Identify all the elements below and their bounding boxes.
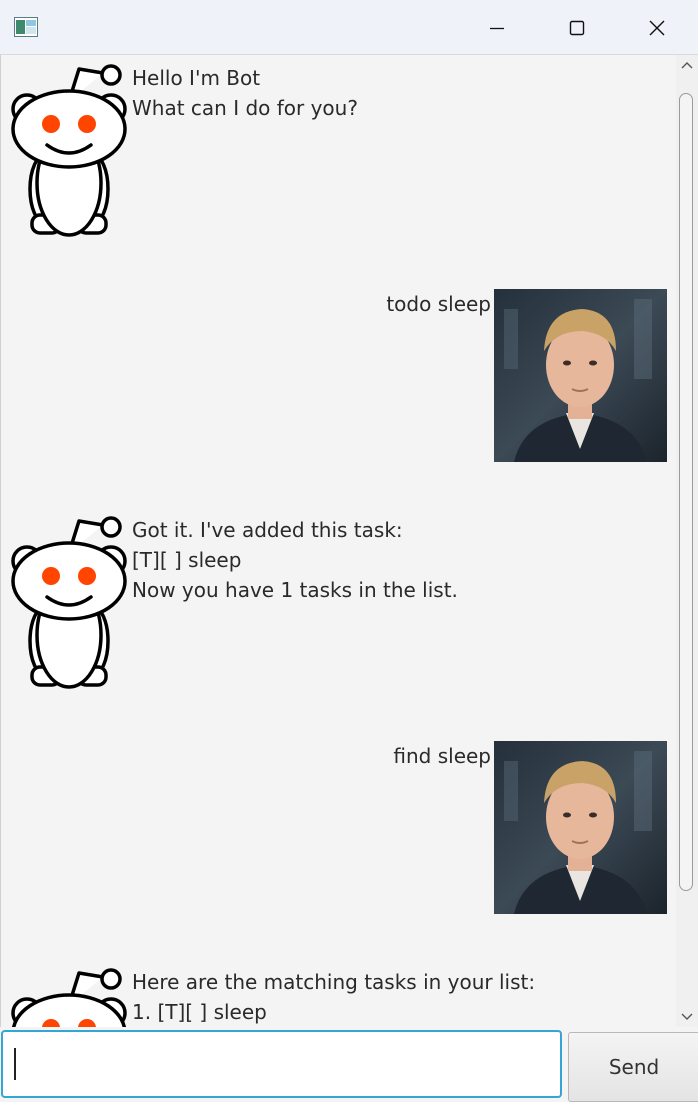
bot-avatar-icon — [11, 516, 127, 689]
user-avatar — [494, 289, 667, 462]
user-message: todo sleep — [1, 289, 677, 463]
message-line: [T][ ] sleep — [132, 548, 242, 572]
message-line: Here are the matching tasks in your list… — [132, 970, 536, 994]
message-input[interactable] — [1, 1030, 562, 1098]
app-window: Hello I'm Bot What can I do for you? tod… — [0, 0, 698, 1102]
app-icon — [14, 17, 38, 37]
scroll-down-arrow-icon[interactable] — [680, 1009, 694, 1023]
bot-message: Here are the matching tasks in your list… — [1, 959, 677, 1027]
bot-message-text: Here are the matching tasks in your list… — [132, 967, 535, 1027]
user-avatar — [494, 741, 667, 914]
input-bar: Send — [0, 1028, 698, 1102]
bot-message-text: Got it. I've added this task: [T][ ] sle… — [132, 515, 458, 605]
bot-avatar-icon — [11, 64, 127, 237]
text-cursor — [14, 1048, 16, 1080]
title-bar — [0, 0, 698, 55]
dialog-scroll-pane[interactable]: Hello I'm Bot What can I do for you? tod… — [0, 55, 677, 1027]
close-button[interactable] — [618, 0, 698, 54]
maximize-icon — [569, 20, 585, 36]
bot-message: Got it. I've added this task: [T][ ] sle… — [1, 507, 677, 697]
vertical-scrollbar[interactable] — [676, 55, 698, 1027]
message-line: Now you have 1 tasks in the list. — [132, 578, 458, 602]
message-line: What can I do for you? — [132, 96, 358, 120]
message-line: Hello I'm Bot — [132, 66, 261, 90]
minimize-button[interactable] — [458, 0, 538, 54]
message-line: 1. [T][ ] sleep — [132, 1000, 267, 1024]
user-message-text: todo sleep — [386, 292, 491, 316]
send-button[interactable]: Send — [568, 1032, 698, 1102]
message-line: Got it. I've added this task: — [132, 518, 403, 542]
bot-message: Hello I'm Bot What can I do for you? — [1, 55, 677, 245]
close-icon — [649, 20, 665, 36]
user-message-text: find sleep — [393, 744, 491, 768]
bot-message-text: Hello I'm Bot What can I do for you? — [132, 63, 358, 123]
bot-avatar-icon — [11, 968, 127, 1027]
scrollbar-thumb[interactable] — [679, 93, 693, 891]
maximize-button[interactable] — [538, 0, 618, 54]
user-message: find sleep — [1, 741, 677, 915]
minimize-icon — [490, 27, 504, 30]
scroll-up-arrow-icon[interactable] — [680, 59, 694, 73]
